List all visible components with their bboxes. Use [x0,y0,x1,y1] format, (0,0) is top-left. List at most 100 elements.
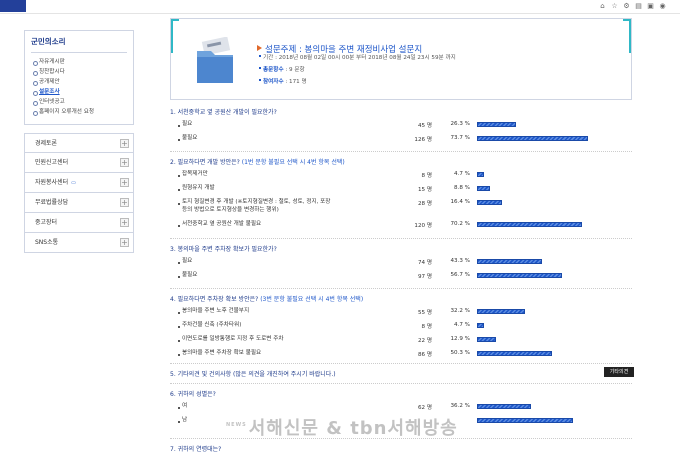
profile-icon[interactable]: ◉ [658,2,667,11]
option-count: 22 명 [417,338,432,344]
watermark-news: NEWS [226,422,247,428]
question-title: 7. 귀하의 연령대는? [170,444,221,453]
plus-icon[interactable]: + [120,238,129,247]
result-bar [477,418,573,423]
question-text: 2. 필요하다면 개발 방안은? [170,159,240,166]
side-menu: 경제토론 + 민원신고센터 + 자원봉사센터 ▭ + 무료법률상담 + 중고장터 + SNS… [24,133,134,253]
option-row: 서천중학교 옆 공원산 개발 불필요 120 명 70.2 % [178,221,618,232]
star-icon[interactable]: ☆ [610,2,619,11]
option-label: 서천중학교 옆 공원산 개발 불필요 [182,221,262,227]
option-row: 불필요 97 명 56.7 % [178,272,618,283]
option-label: 봉의마을 주변 주차장 확보 불필요 [182,350,262,356]
option-count: 28 명 [417,201,432,207]
question-title: 2. 필요하다면 개발 방안은? (1번 문항 불필요 선택 시 4번 항목 선… [170,157,345,166]
bullet-icon [178,421,180,423]
result-bar [477,136,588,141]
option-count: 8 명 [421,173,432,179]
option-row: 필요 74 명 43.3 % [178,258,618,269]
menu-label: 경제토론 [35,140,58,147]
question-text: 5. 기타의견 및 건의사항 (많은 의견을 개진하여 주시기 바랍니다.) [170,371,336,378]
option-label: 이면도로를 일방통행로 지정 후 도로변 주차 [182,336,284,342]
menu-civil-complaint[interactable]: 민원신고센터 + [24,153,134,173]
option-count: 15 명 [417,187,432,193]
folder-icon [197,37,233,83]
bullet-icon [178,189,180,191]
bullet-icon [178,262,180,264]
bullet-icon [178,407,180,409]
question-hint: (3번 문항 불필요 선택 시 4번 항목 선택) [258,296,364,303]
menu-economy-debate[interactable]: 경제토론 + [24,133,134,153]
browser-toolbar: ⌂ ☆ ⚙ ▤ ▣ ◉ [0,0,680,14]
subitem-public-proposal[interactable]: 공개제안 [31,77,127,87]
subitem-internet-notice[interactable]: 인터넷공고 [31,97,127,107]
option-row: 불필요 126 명 73.7 % [178,135,618,146]
plus-icon[interactable]: + [120,139,129,148]
plus-icon[interactable]: + [120,158,129,167]
participants-label: 참여자수 [263,79,284,85]
option-count: 97 명 [417,274,432,280]
bullet-icon [178,203,180,205]
menu-sns[interactable]: SNS소통 + [24,233,134,253]
result-bar [477,259,542,264]
question-text: 1. 서천중학교 옆 공원산 개발이 필요한가? [170,109,277,116]
tools-icon[interactable]: ▣ [646,2,655,11]
option-label: 토지 형질변경 후 개발 (※토지형질변경 : 절토, 성토, 정지, 포장 등… [182,199,331,213]
total-value: : 9 문항 [283,67,305,73]
option-percent: 32.2 % [450,308,470,314]
menu-label: 중고장터 [35,219,58,226]
option-percent: 73.7 % [450,135,470,141]
survey-header: 설문주제 : 봉의마을 주변 재정비사업 설문지 기간 : 2018년 08월 … [170,18,632,100]
bullet-icon [178,125,180,127]
menu-used-market[interactable]: 중고장터 + [24,213,134,233]
home-icon[interactable]: ⌂ [598,2,607,11]
option-count: 55 명 [417,310,432,316]
corner-accent [171,19,179,53]
result-bar [477,200,502,205]
subitem-survey[interactable]: 설문조사 [31,87,127,97]
option-count: 86 명 [417,352,432,358]
left-sidebar: 군민의소리 자유게시판 칭찬합시다 공개제안 설문조사 인터넷공고 홈페이지 오… [24,30,134,253]
menu-legal-consult[interactable]: 무료법률상담 + [24,193,134,213]
bookmark-icon[interactable]: ▤ [634,2,643,11]
option-percent: 12.9 % [450,336,470,342]
question-hint: (1번 문항 불필요 선택 시 4번 항목 선택) [239,159,345,166]
separator [170,151,632,152]
subitem-praise[interactable]: 칭찬합시다 [31,67,127,77]
option-label: 원형유지 개발 [182,185,215,191]
option-percent: 43.3 % [450,258,470,264]
watermark-text: 서해신문 & tbn서해방송 [248,418,458,439]
menu-volunteer-center[interactable]: 자원봉사센터 ▭ + [24,173,134,193]
result-bar [477,186,490,191]
option-label: 여 [182,403,188,409]
option-percent: 4.7 % [454,322,470,328]
option-percent: 36.2 % [450,403,470,409]
option-label: 주차건물 신축 (주차타워) [182,322,242,328]
option-count: 62 명 [417,405,432,411]
separator [170,363,632,364]
bullet-icon [178,326,180,328]
option-percent: 8.8 % [454,185,470,191]
question-title: 5. 기타의견 및 건의사항 (많은 의견을 개진하여 주시기 바랍니다.) [170,369,336,378]
other-opinion-button[interactable]: 기타의견 [604,367,634,377]
option-row: 봉의마을 주변 노후 건물부지 55 명 32.2 % [178,308,618,319]
bullet-icon [178,139,180,141]
subitem-error-report[interactable]: 홈페이지 오류개선 요청 [31,107,127,117]
question-text: 6. 귀하의 성별은? [170,391,216,398]
plus-icon[interactable]: + [120,218,129,227]
result-bar [477,351,552,356]
plus-icon[interactable]: + [120,178,129,187]
option-count: 120 명 [414,223,432,229]
bullet-icon [178,312,180,314]
option-label: 필요 [182,258,193,264]
separator [170,238,632,239]
plus-icon[interactable]: + [120,198,129,207]
bullet-icon [178,225,180,227]
bullet-icon [178,340,180,342]
settings-icon[interactable]: ⚙ [622,2,631,11]
result-bar [477,323,484,328]
subitem-free-board[interactable]: 자유게시판 [31,57,127,67]
option-label: 잡목제거만 [182,171,208,177]
question-text: 7. 귀하의 연령대는? [170,446,222,453]
option-count: 74 명 [417,260,432,266]
option-percent: 70.2 % [450,221,470,227]
